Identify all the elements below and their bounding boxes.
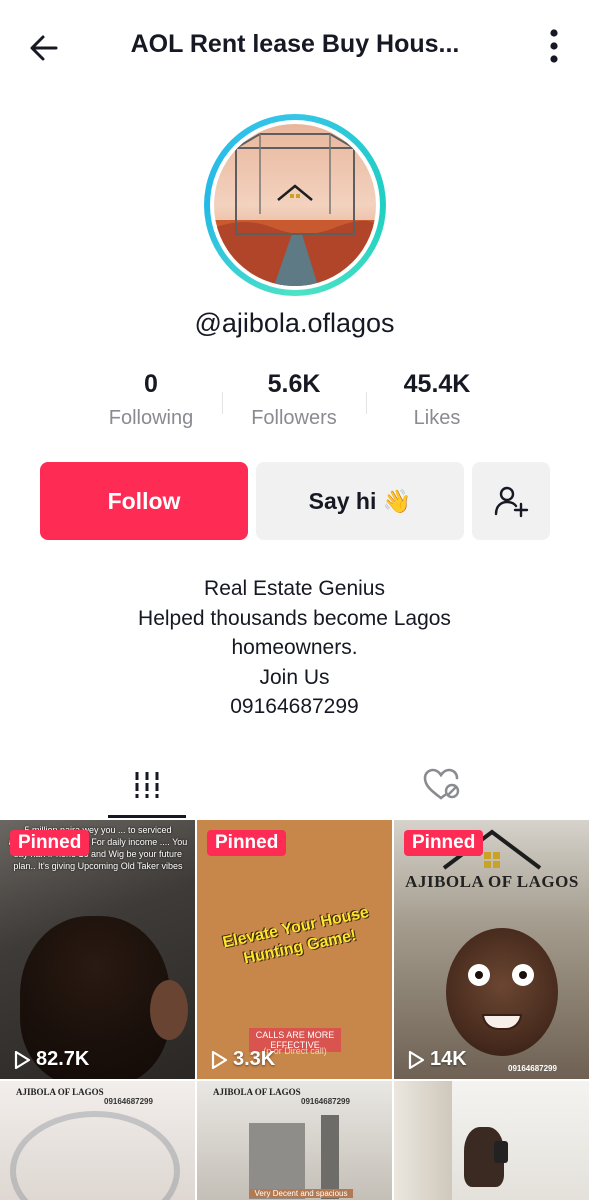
pinned-badge: Pinned: [207, 830, 287, 856]
following-label: Following: [108, 407, 194, 429]
view-count: 82.7K: [12, 1048, 89, 1071]
followers-label: Followers: [251, 407, 337, 429]
thumbnail-face: [446, 928, 558, 1056]
stats-row: 0 Following 5.6K Followers 45.4K Likes: [0, 370, 589, 440]
following-count: 0: [144, 370, 158, 398]
vertical-dots-icon: [550, 29, 558, 63]
stat-divider: [222, 392, 223, 414]
thumbnail-phone-device: [494, 1141, 508, 1163]
bio-line: Helped thousands become Lagos: [138, 606, 451, 630]
arrow-left-icon: [30, 35, 58, 61]
back-button[interactable]: [20, 24, 68, 72]
more-options-button[interactable]: [537, 20, 571, 72]
view-count-value: 3.3K: [233, 1048, 276, 1070]
thumbnail-headline: Elevate Your House Hunting Game!: [221, 903, 371, 968]
play-icon: [211, 1050, 228, 1069]
top-bar: AOL Rent lease Buy Hous...: [0, 0, 589, 96]
thumbnail-phone: 09164687299: [104, 1097, 153, 1106]
stat-followers[interactable]: 5.6K Followers: [224, 370, 364, 430]
video-thumbnail[interactable]: AJIBOLA OF LAGOS 09164687299 Pinned 14K: [394, 820, 589, 1079]
grid-icon: [135, 772, 159, 798]
view-count-value: 14K: [430, 1048, 467, 1070]
tab-videos[interactable]: [108, 752, 186, 818]
video-thumbnail[interactable]: AJIBOLA OF LAGOS 09164687299 Very Decent…: [197, 1081, 392, 1200]
thumbnail-brand: AJIBOLA OF LAGOS: [213, 1087, 301, 1097]
avatar: [214, 124, 376, 286]
say-hi-button[interactable]: Say hi 👋: [256, 462, 464, 540]
likes-count: 45.4K: [403, 370, 471, 398]
view-count-value: 82.7K: [36, 1048, 90, 1070]
likes-label: Likes: [413, 407, 461, 429]
thumbnail-ear: [150, 980, 188, 1040]
content-tabs: [0, 752, 589, 818]
bio-line: homeowners.: [231, 636, 358, 659]
bio-line: Join Us: [259, 665, 330, 689]
video-grid: 5 million naira wey you ... to serviced …: [0, 820, 589, 1200]
thumbnail-phone: 09164687299: [301, 1097, 350, 1106]
bio: Real Estate Genius Helped thousands beco…: [0, 574, 589, 722]
add-friend-button[interactable]: [472, 462, 550, 540]
stat-following[interactable]: 0 Following: [81, 370, 221, 430]
stat-likes[interactable]: 45.4K Likes: [367, 370, 507, 430]
thumbnail-curtain: [394, 1081, 452, 1200]
active-tab-indicator: [108, 815, 186, 818]
thumbnail-caption: Very Decent and spacious: [249, 1189, 353, 1198]
thumbnail-brand: AJIBOLA OF LAGOS: [16, 1087, 104, 1097]
profile-page: AOL Rent lease Buy Hous... @ajibola.ofla…: [0, 0, 589, 1200]
avatar-story-ring[interactable]: [204, 114, 386, 296]
play-icon: [408, 1050, 425, 1069]
page-title: AOL Rent lease Buy Hous...: [130, 30, 460, 58]
add-user-icon: [494, 486, 529, 518]
bio-phone[interactable]: 09164687299: [0, 692, 589, 722]
thumbnail-door: [321, 1115, 339, 1199]
username: @ajibola.oflagos: [194, 308, 395, 338]
video-thumbnail[interactable]: [394, 1081, 589, 1200]
video-thumbnail[interactable]: AJIBOLA OF LAGOS 09164687299: [0, 1081, 195, 1200]
thumbnail-phone: 09164687299: [508, 1064, 557, 1073]
bio-line: Real Estate Genius: [204, 577, 385, 600]
follow-button[interactable]: Follow: [40, 462, 248, 540]
pinned-badge: Pinned: [404, 830, 484, 856]
play-icon: [14, 1050, 31, 1069]
followers-count: 5.6K: [267, 370, 321, 398]
thumbnail-window: [249, 1123, 305, 1199]
tab-liked[interactable]: [402, 752, 482, 818]
thumbnail-brand: AJIBOLA OF LAGOS: [405, 872, 579, 891]
video-thumbnail[interactable]: Elevate Your House Hunting Game! CALLS A…: [197, 820, 392, 1079]
video-thumbnail[interactable]: 5 million naira wey you ... to serviced …: [0, 820, 195, 1079]
thumbnail-glass: [10, 1111, 180, 1200]
pinned-badge: Pinned: [10, 830, 90, 856]
view-count: 3.3K: [209, 1048, 275, 1071]
view-count: 14K: [406, 1048, 467, 1071]
heart-lock-icon: [423, 768, 460, 800]
